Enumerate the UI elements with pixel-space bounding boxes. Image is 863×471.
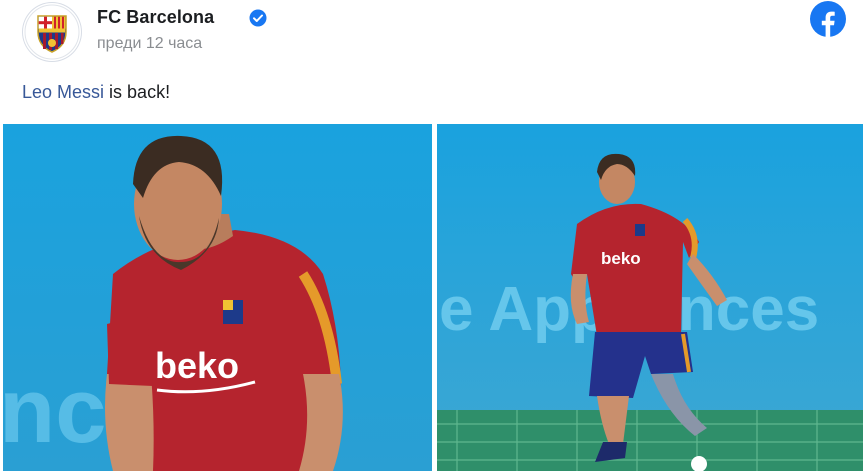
background-banner-text: nc: [3, 360, 106, 462]
messi-closeup-photo: nc beko: [3, 124, 432, 471]
post-text: Leo Messi is back!: [22, 82, 170, 103]
post-header: FC Barcelona преди 12 часа: [0, 0, 863, 70]
post-photo-right[interactable]: e Appliances: [437, 124, 863, 471]
post-text-rest: is back!: [104, 82, 171, 102]
page-avatar[interactable]: [22, 2, 82, 62]
facebook-post: FC Barcelona преди 12 часа Leo Messi is …: [0, 0, 863, 471]
post-timestamp[interactable]: преди 12 часа: [97, 35, 202, 53]
facebook-icon[interactable]: [809, 0, 847, 38]
post-photo-left[interactable]: nc beko: [3, 124, 432, 471]
page-name[interactable]: FC Barcelona: [97, 7, 214, 28]
shirt-sponsor-text: beko: [155, 345, 239, 386]
fc-barcelona-crest-icon: [24, 4, 80, 60]
mention-link[interactable]: Leo Messi: [22, 82, 104, 102]
messi-dribbling-photo: e Appliances: [437, 124, 863, 471]
shirt-sponsor-text: beko: [601, 249, 641, 268]
verified-badge-icon: [249, 9, 267, 27]
